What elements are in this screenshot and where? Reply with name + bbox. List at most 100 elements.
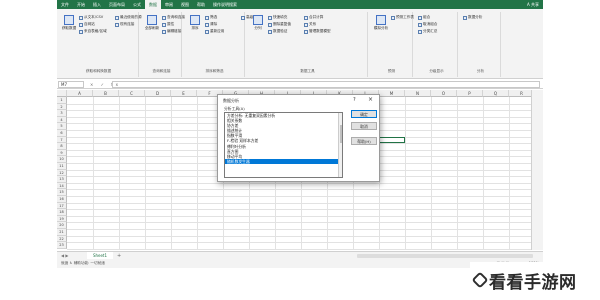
row-header[interactable]: 8 (57, 143, 67, 150)
ribbon-item[interactable]: 管理数据模型 (304, 29, 331, 34)
ribbon-big-label: 排序 (191, 26, 199, 30)
row-header[interactable]: 11 (57, 163, 67, 170)
ribbon-item[interactable]: 来自表格/区域 (79, 29, 107, 34)
row-header[interactable]: 13 (57, 176, 67, 183)
row-header[interactable]: 21 (57, 229, 67, 236)
ribbon-item[interactable]: 现有连接 (115, 22, 134, 27)
ribbon-item[interactable]: 编辑链接 (162, 29, 181, 34)
tab-4[interactable]: 公式 (129, 0, 145, 9)
column-header[interactable]: O (431, 90, 457, 97)
column-header[interactable]: D (145, 90, 171, 97)
row-header[interactable]: 20 (57, 222, 67, 229)
ribbon-item-icon (162, 15, 166, 20)
column-header[interactable]: Q (483, 90, 509, 97)
ribbon-item-icon (205, 29, 209, 34)
list-scrollbar[interactable] (338, 113, 342, 177)
share-button[interactable]: A 共享 (527, 0, 539, 9)
ribbon-item[interactable]: 自网站 (79, 22, 95, 27)
tab-6[interactable]: 审阅 (161, 0, 177, 9)
ribbon-big-label: 全部刷新 (144, 26, 160, 30)
column-header[interactable]: A (67, 90, 93, 97)
help-icon[interactable]: ? (353, 97, 356, 103)
ribbon-item[interactable]: 快速填充 (268, 15, 287, 20)
ribbon-item[interactable]: 组合 (418, 15, 430, 20)
column-header[interactable]: M (379, 90, 405, 97)
row-header[interactable]: 3 (57, 110, 67, 117)
column-header[interactable]: P (457, 90, 483, 97)
ribbon-item-label: 重新应用 (210, 29, 225, 33)
tab-9[interactable]: 操作说明搜索 (209, 0, 241, 9)
ribbon-item[interactable]: 合并计算 (304, 15, 323, 20)
ribbon-item[interactable]: 取消组合 (418, 22, 437, 27)
row-header[interactable]: 10 (57, 156, 67, 163)
column-header[interactable]: B (93, 90, 119, 97)
column-header[interactable]: E (171, 90, 197, 97)
tab-2[interactable]: 插入 (89, 0, 105, 9)
ribbon-item[interactable]: 分类汇总 (418, 29, 437, 34)
ribbon-item-label: 最近使用的源 (120, 15, 142, 19)
row-header[interactable]: 12 (57, 169, 67, 177)
ribbon-group-label: 分级显示 (429, 69, 444, 73)
row-header[interactable]: 22 (57, 235, 67, 243)
ribbon-big-button-1[interactable]: 全部刷新 (144, 15, 160, 31)
ribbon-item[interactable]: 重新应用 (205, 29, 224, 34)
vertical-scrollbar[interactable] (531, 90, 543, 250)
name-box[interactable]: M7 (58, 81, 84, 88)
ribbon-item[interactable]: 预测工作表 (391, 15, 414, 20)
ribbon-item[interactable]: 数据验证 (268, 29, 287, 34)
row-header[interactable]: 15 (57, 189, 67, 196)
analysis-tools-list[interactable]: 方差分析: 无重复双因素分析 相关系数 协方差 描述统计 指数平滑 F-检验 双样本方差傅… (224, 112, 343, 178)
row-header[interactable]: 14 (57, 182, 67, 190)
ribbon-big-button-0[interactable]: 获取数据 (61, 15, 77, 31)
analysis-tool-item[interactable]: 随机数发生器 (225, 158, 342, 164)
selected-cell[interactable] (379, 136, 405, 144)
row-header[interactable]: 9 (57, 149, 67, 157)
formula-input[interactable] (112, 81, 540, 88)
ribbon-tabs: 文件 开始 插入 页面布局 公式 数据 审阅 视图 帮助 操作说明搜索 (57, 0, 241, 9)
ribbon-item[interactable]: 从文本/CSV (79, 15, 103, 20)
ribbon-item[interactable]: 关系 (304, 22, 316, 27)
ribbon-big-button-3[interactable]: 分列 (250, 15, 266, 31)
row-header[interactable]: 23 (57, 242, 67, 249)
list-scroll-thumb[interactable] (339, 125, 342, 143)
ribbon-item[interactable]: 删除重复值 (268, 22, 291, 27)
row-header[interactable]: 4 (57, 116, 67, 124)
row-header[interactable]: 6 (57, 130, 67, 137)
row-header[interactable]: 16 (57, 196, 67, 203)
ribbon-item-icon (115, 22, 119, 27)
grid-line (67, 215, 543, 217)
ribbon-item-label: 查询和连接 (167, 15, 185, 19)
horizontal-scrollbar[interactable] (357, 254, 533, 258)
close-icon[interactable]: × (368, 96, 373, 103)
row-header[interactable]: 18 (57, 209, 67, 216)
ribbon-item[interactable]: 最近使用的源 (115, 15, 142, 20)
ok-button[interactable]: 确定 (351, 110, 377, 118)
ribbon-item-icon (79, 29, 83, 34)
tab-3[interactable]: 页面布局 (105, 0, 129, 9)
tab-7[interactable]: 视图 (177, 0, 193, 9)
row-header[interactable]: 5 (57, 123, 67, 130)
ribbon-item[interactable]: 查询和连接 (162, 15, 185, 20)
row-header[interactable]: 2 (57, 103, 67, 111)
column-header[interactable]: N (405, 90, 431, 97)
help-button[interactable]: 帮助(H) (351, 137, 377, 145)
column-header[interactable]: C (119, 90, 145, 97)
ribbon-big-button-4[interactable]: 模拟分析 (373, 15, 389, 31)
row-header[interactable]: 19 (57, 215, 67, 223)
ribbon-item[interactable]: 筛选 (205, 15, 217, 20)
select-all-corner[interactable] (57, 90, 67, 97)
row-header[interactable]: 7 (57, 136, 67, 144)
tab-5[interactable]: 数据 (145, 0, 161, 9)
ribbon-item[interactable]: 数据分析 (463, 15, 482, 20)
row-header[interactable]: 17 (57, 202, 67, 210)
ribbon-item[interactable]: 属性 (162, 22, 174, 27)
tab-8[interactable]: 帮助 (193, 0, 209, 9)
ribbon-group-3: 分列 快速填充 删除重复值 数据验证 合并计算 关系 管理数据模型 数据工具 (248, 12, 368, 77)
row-header[interactable]: 1 (57, 97, 67, 104)
tab-1[interactable]: 开始 (73, 0, 89, 9)
ribbon-item[interactable]: 清除 (205, 22, 217, 27)
cancel-button[interactable]: 取消 (351, 122, 377, 130)
ribbon-big-button-2[interactable]: 排序 (187, 15, 203, 31)
grid-line (405, 97, 406, 250)
tab-0[interactable]: 文件 (57, 0, 73, 9)
